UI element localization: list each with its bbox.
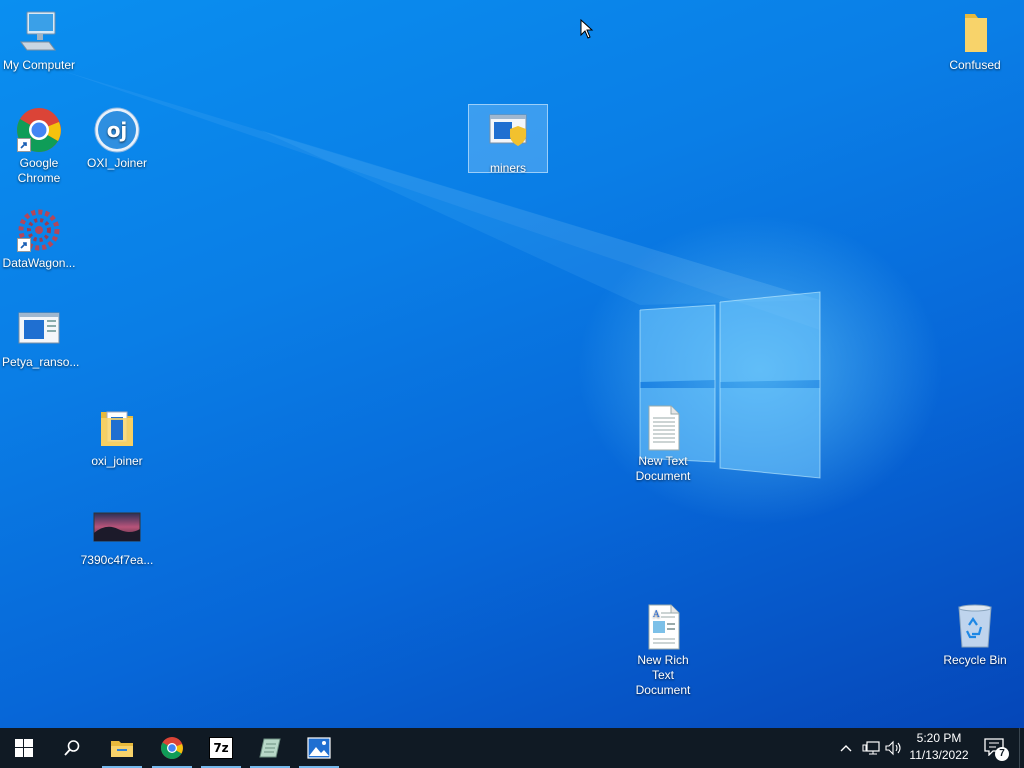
desktop-icon-google-chrome[interactable]: Google Chrome (0, 106, 78, 186)
icon-label: Recycle Bin (943, 653, 1007, 667)
clock-date: 11/13/2022 (909, 748, 969, 762)
desktop-icon-oxi-joiner-app[interactable]: oj OXI_Joiner (78, 106, 156, 171)
icon-label: Google Chrome (17, 156, 61, 185)
taskbar: 7z 5:20 PM 11/13/2022 7 (0, 728, 1024, 768)
volume-button[interactable] (884, 728, 904, 768)
photos-icon (307, 737, 331, 759)
icon-label: Petya_ranso... (2, 355, 80, 369)
icon-label: DataWagon... (2, 256, 76, 270)
desktop-icon-recycle-bin[interactable]: Recycle Bin (936, 603, 1014, 668)
notification-icon: 7 (984, 738, 1009, 761)
action-center-button[interactable]: 7 (978, 728, 1010, 768)
text-document-icon (639, 404, 687, 452)
icon-label: OXI_Joiner (86, 156, 148, 170)
taskbar-notepad[interactable] (246, 728, 294, 768)
taskbar-7zip[interactable]: 7z (197, 728, 245, 768)
network-wired-icon (862, 741, 880, 755)
taskbar-photos[interactable] (295, 728, 343, 768)
image-thumbnail-icon (93, 503, 141, 551)
desktop-icon-image-file[interactable]: 7390c4f7ea... (78, 503, 156, 568)
computer-icon (15, 8, 63, 56)
chrome-icon (161, 737, 183, 759)
desktop-icon-my-computer[interactable]: My Computer (0, 8, 78, 73)
notepad-icon (259, 738, 281, 758)
icon-label: New Rich Text Document (635, 653, 691, 697)
speaker-icon (885, 740, 901, 756)
network-button[interactable] (860, 728, 882, 768)
taskbar-clock[interactable]: 5:20 PM 11/13/2022 (902, 730, 976, 766)
recycle-bin-icon (951, 603, 999, 651)
folder-icon (951, 8, 999, 56)
installer-shield-icon (484, 111, 532, 159)
search-icon (64, 740, 80, 756)
show-desktop-button[interactable] (1019, 728, 1024, 768)
icon-label: 7390c4f7ea... (80, 553, 154, 567)
oxi-badge-text: oj (107, 118, 128, 142)
taskbar-chrome[interactable] (148, 728, 196, 768)
desktop-icon-datawagon[interactable]: DataWagon... (0, 206, 78, 271)
desktop-icon-confused-folder[interactable]: Confused (936, 8, 1014, 73)
clock-time: 5:20 PM (916, 731, 962, 745)
folder-icon (93, 404, 141, 452)
desktop[interactable]: My Computer Confused Google Chrome oj OX… (0, 0, 1024, 728)
svg-text:A: A (652, 610, 660, 620)
windows-logo-icon (15, 739, 33, 757)
rich-text-document-icon: A (639, 603, 687, 651)
icon-label: oxi_joiner (91, 454, 143, 468)
desktop-icon-new-rich-text-document[interactable]: A New Rich Text Document (624, 603, 702, 698)
icon-label: Confused (949, 58, 1001, 72)
search-button[interactable] (48, 728, 96, 768)
icon-label: New Text Document (635, 454, 691, 483)
shortcut-arrow-icon (17, 138, 31, 152)
chrome-icon (15, 106, 63, 154)
chevron-up-icon (840, 745, 852, 752)
7zip-label: 7z (213, 741, 229, 755)
icon-label: My Computer (2, 58, 76, 72)
taskbar-file-explorer[interactable] (98, 728, 146, 768)
desktop-icon-new-text-document[interactable]: New Text Document (624, 404, 702, 484)
notification-count-badge: 7 (995, 747, 1009, 761)
shortcut-arrow-icon (17, 238, 31, 252)
application-window-icon (15, 305, 63, 353)
show-hidden-icons-button[interactable] (836, 728, 856, 768)
desktop-icon-petya[interactable]: Petya_ranso... (0, 305, 80, 370)
desktop-icon-oxi-joiner-folder[interactable]: oxi_joiner (78, 404, 156, 469)
file-explorer-icon (111, 741, 133, 757)
mouse-cursor-icon (580, 19, 594, 39)
oxi-joiner-app-icon: oj (93, 106, 141, 154)
start-button[interactable] (0, 728, 48, 768)
datawagon-icon (15, 206, 63, 254)
7zip-icon: 7z (209, 737, 233, 759)
icon-label: miners (489, 161, 526, 175)
desktop-icon-miners[interactable]: miners (468, 104, 548, 175)
